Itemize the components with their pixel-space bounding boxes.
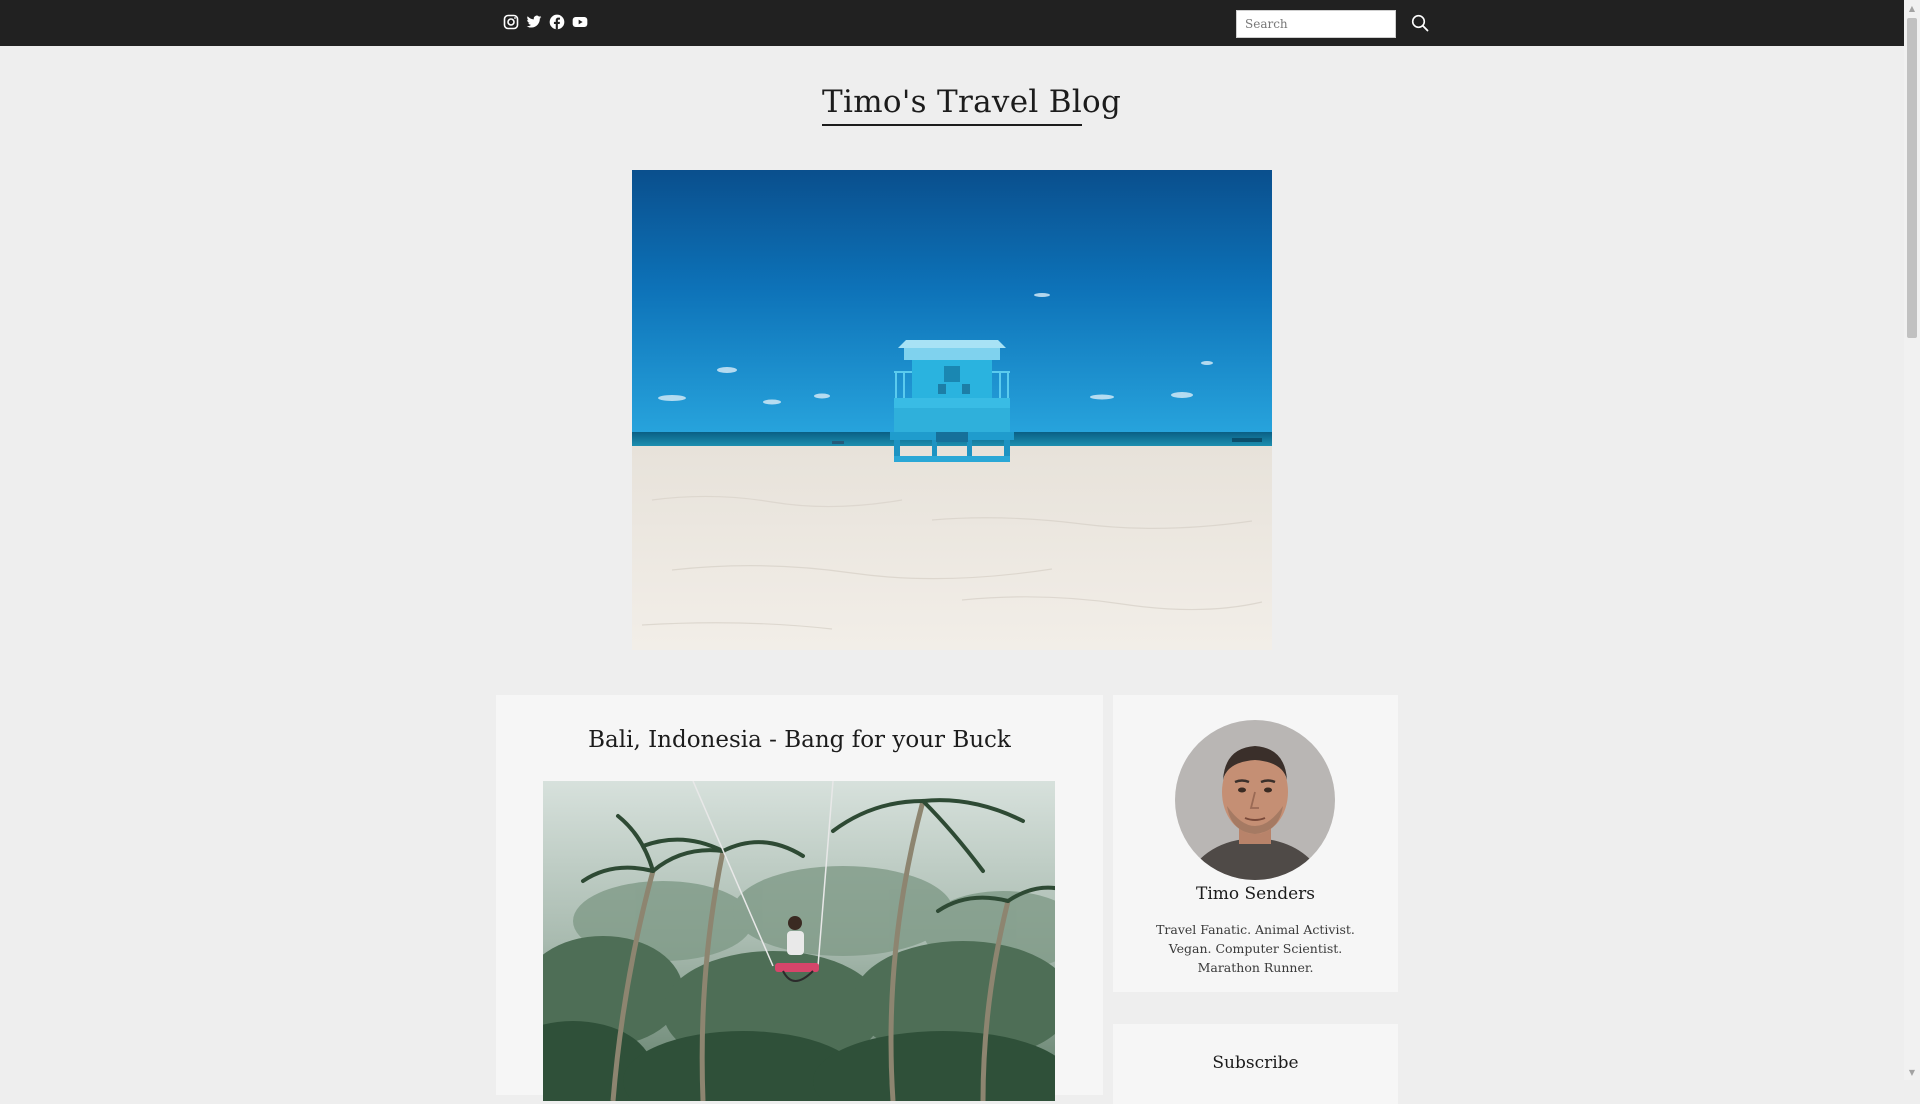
post-card: Bali, Indonesia - Bang for your Buck xyxy=(496,695,1103,1101)
scroll-down-arrow-icon[interactable]: ▼ xyxy=(1904,1064,1920,1080)
page-scrollbar[interactable]: ▲ ▼ xyxy=(1904,0,1920,1080)
twitter-icon[interactable] xyxy=(526,14,542,30)
scrollbar-thumb[interactable] xyxy=(1907,18,1917,338)
profile-card: Timo Senders Travel Fanatic. Animal Acti… xyxy=(1113,695,1398,992)
post-title[interactable]: Bali, Indonesia - Bang for your Buck xyxy=(496,727,1103,753)
instagram-icon[interactable] xyxy=(503,14,519,30)
youtube-icon[interactable] xyxy=(572,14,588,30)
scroll-up-arrow-icon[interactable]: ▲ xyxy=(1904,0,1920,16)
facebook-icon[interactable] xyxy=(549,14,565,30)
profile-bio: Travel Fanatic. Animal Activist. Vegan. … xyxy=(1156,922,1355,975)
avatar xyxy=(1175,720,1335,880)
hero-image xyxy=(632,170,1272,650)
subscribe-card: Subscribe xyxy=(1113,1024,1398,1104)
profile-name: Timo Senders xyxy=(1196,884,1315,904)
site-title[interactable]: Timo's Travel Blog xyxy=(822,84,1121,126)
search-icon[interactable] xyxy=(1410,13,1430,33)
top-navigation-bar xyxy=(0,0,1904,46)
post-image[interactable] xyxy=(543,781,1055,1101)
subscribe-title: Subscribe xyxy=(1212,1053,1299,1073)
search-input[interactable] xyxy=(1236,10,1396,38)
social-links xyxy=(503,14,588,30)
